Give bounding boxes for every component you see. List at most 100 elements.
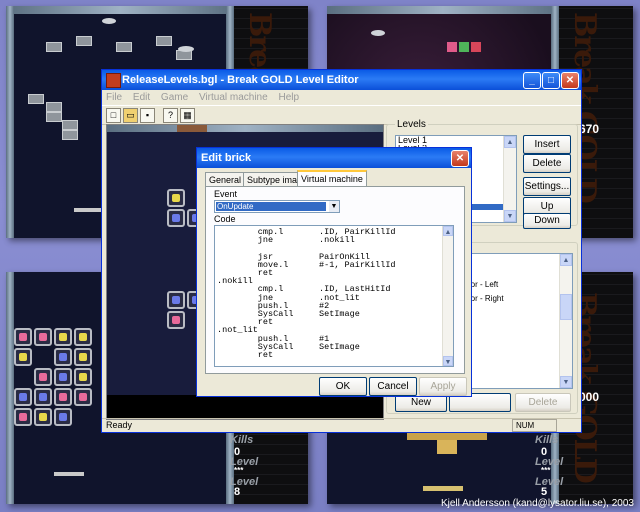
levels-scrollbar[interactable]: ▲ ▼ [503, 136, 516, 222]
chevron-down-icon[interactable]: ▼ [329, 201, 339, 212]
paddle [423, 486, 463, 491]
level-label-2: Level [535, 476, 564, 488]
level-value: 5 [541, 486, 548, 498]
menubar: File Edit Game Virtual machine Help [102, 90, 581, 105]
gem-brick [74, 328, 92, 346]
event-select[interactable]: OnUpdate ▼ [214, 200, 340, 213]
gem-brick[interactable] [167, 291, 185, 309]
editor-title: ReleaseLevels.bgl - Break GOLD Level Edi… [122, 74, 359, 86]
score-readout: 000 [579, 390, 600, 404]
menu-game[interactable]: Game [161, 92, 188, 103]
new-file-icon[interactable]: □ [106, 108, 121, 123]
cancel-button[interactable]: Cancel [369, 377, 417, 396]
level-dots: *** [541, 466, 551, 475]
game-brick [156, 36, 172, 46]
ufo-icon [102, 18, 116, 24]
gem-brick [34, 408, 52, 426]
delete-level-button[interactable]: Delete [523, 154, 571, 173]
scroll-down-icon[interactable]: ▼ [443, 356, 453, 366]
gem-brick [54, 408, 72, 426]
gold-bar [407, 432, 487, 440]
toolbar: □ ▭ ▪? ▦ [102, 105, 581, 125]
scroll-up-icon[interactable]: ▲ [560, 254, 572, 266]
grid-icon[interactable]: ▦ [180, 108, 195, 123]
gem-brick[interactable] [167, 311, 185, 329]
menu-virtual-machine[interactable]: Virtual machine [199, 92, 268, 103]
ufo-icon [178, 46, 194, 52]
game-wall-top [107, 125, 383, 132]
ok-button[interactable]: OK [319, 377, 367, 396]
gem-brick[interactable] [167, 189, 185, 207]
game-wall-left [6, 272, 14, 504]
gem-brick [54, 388, 72, 406]
items-scrollbar[interactable]: ▲ ▼ [559, 254, 572, 388]
game-brick [447, 42, 457, 52]
game-brick [116, 42, 132, 52]
help-icon[interactable]: ? [163, 108, 178, 123]
gold-bar [437, 440, 457, 454]
game-brick [46, 42, 62, 52]
game-brick [76, 36, 92, 46]
kills-label: Kills [230, 434, 254, 446]
insert-button[interactable]: Insert [523, 135, 571, 154]
scroll-up-icon[interactable]: ▲ [504, 136, 516, 148]
open-folder-icon[interactable]: ▭ [123, 108, 138, 123]
gem-brick [74, 348, 92, 366]
event-select-value: OnUpdate [216, 202, 326, 211]
level-dots: *** [234, 466, 244, 475]
delete-item-button[interactable]: Delete [515, 393, 571, 412]
menu-file[interactable]: File [106, 92, 122, 103]
menu-help[interactable]: Help [278, 92, 299, 103]
game-brick [471, 42, 481, 52]
gem-brick [34, 388, 52, 406]
paddle [54, 472, 84, 476]
game-brick [177, 125, 207, 132]
settings-button[interactable]: Settings... [523, 177, 571, 196]
minimize-button[interactable]: _ [523, 72, 541, 89]
maximize-button[interactable]: □ [542, 72, 560, 89]
gem-brick [34, 368, 52, 386]
tab-panel: Event OnUpdate ▼ Code cmp.l .ID, PairKil… [205, 186, 465, 374]
code-label: Code [214, 214, 236, 224]
game-brick [46, 102, 62, 112]
game-wall-left [6, 6, 14, 238]
game-brick [46, 112, 62, 122]
dialog-close-button[interactable]: ✕ [451, 150, 469, 167]
dialog-titlebar[interactable]: Edit brick ✕ [197, 148, 471, 168]
gem-brick [74, 388, 92, 406]
dialog-title: Edit brick [201, 152, 252, 164]
gem-brick [14, 388, 32, 406]
menu-edit[interactable]: Edit [133, 92, 150, 103]
kills-label: Kills [535, 434, 559, 446]
game-wall-top [6, 6, 234, 14]
save-icon[interactable]: ▪ [140, 108, 155, 123]
gem-brick [14, 328, 32, 346]
code-text[interactable]: cmp.l .ID, PairKillId jne .nokill jsr Pa… [215, 226, 453, 360]
gem-brick [34, 328, 52, 346]
editor-titlebar[interactable]: ReleaseLevels.bgl - Break GOLD Level Edi… [102, 70, 581, 90]
level-item[interactable]: Level 1 [396, 136, 516, 145]
game-brick [62, 120, 78, 130]
game-brick [459, 42, 469, 52]
scroll-down-icon[interactable]: ▼ [504, 210, 516, 222]
close-button[interactable]: ✕ [561, 72, 579, 89]
down-button[interactable]: Down [523, 213, 571, 229]
canvas-bottom-bar [107, 395, 383, 419]
credit-text: Kjell Andersson (kand@lysator.liu.se), 2… [440, 498, 634, 509]
ufo-icon [371, 30, 385, 36]
gem-brick [54, 348, 72, 366]
apply-button[interactable]: Apply [419, 377, 467, 396]
gem-brick [14, 348, 32, 366]
gem-brick[interactable] [167, 209, 185, 227]
code-scrollbar[interactable]: ▲ ▼ [442, 226, 453, 366]
dialog-tabs: General Subtype images Virtual machine [205, 170, 463, 188]
gem-brick [14, 408, 32, 426]
scroll-thumb[interactable] [560, 294, 572, 320]
scroll-down-icon[interactable]: ▼ [560, 376, 572, 388]
status-text: Ready [106, 420, 133, 430]
tab-general[interactable]: General [205, 172, 246, 187]
status-bar: Ready NUM [102, 418, 581, 432]
code-editor[interactable]: cmp.l .ID, PairKillId jne .nokill jsr Pa… [214, 225, 454, 367]
gem-brick [54, 328, 72, 346]
scroll-up-icon[interactable]: ▲ [443, 226, 453, 236]
